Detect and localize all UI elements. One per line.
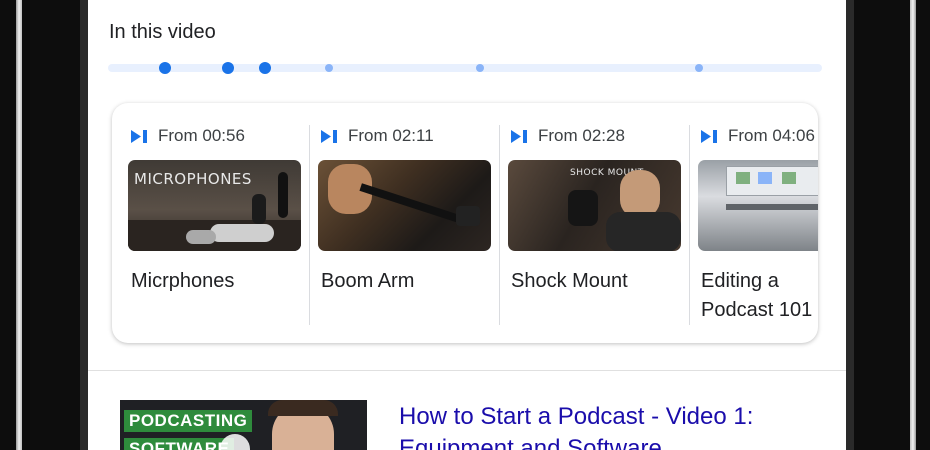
chapter-title: Shock Mount — [511, 270, 628, 292]
chapter-thumbnail[interactable]: SHOCK MOUNT — [508, 160, 681, 251]
timeline-marker[interactable] — [259, 62, 271, 74]
key-moments-card: In this video From 00:56 MICROPHONES Mic… — [88, 0, 846, 371]
chapter-timestamp: From 02:28 — [538, 126, 625, 145]
chapter-item[interactable]: From 02:11 Boom Arm — [302, 103, 492, 325]
chapter-item[interactable]: From 00:56 MICROPHONES Micrphones — [112, 103, 302, 325]
phone-screen: In this video From 00:56 MICROPHONES Mic… — [88, 0, 846, 450]
timeline-marker[interactable] — [325, 64, 333, 72]
play-from-icon — [130, 129, 149, 144]
chapters-carousel[interactable]: From 00:56 MICROPHONES Micrphones From 0… — [112, 103, 818, 343]
video-title-link[interactable]: How to Start a Podcast - Video 1: Equipm… — [399, 401, 829, 450]
timeline-marker[interactable] — [476, 64, 484, 72]
timeline-marker[interactable] — [695, 64, 703, 72]
chapter-item[interactable]: From 02:28 SHOCK MOUNT Shock Mount — [492, 103, 682, 325]
video-thumbnail[interactable]: PODCASTING SOFTWARE — [120, 400, 367, 450]
chapter-timestamp: From 02:11 — [348, 126, 434, 145]
section-title: In this video — [109, 21, 216, 43]
video-result[interactable]: PODCASTING SOFTWARE How to Start a Podca… — [88, 372, 846, 450]
phone-bezel-right — [846, 0, 930, 450]
thumbnail-label: SOFTWARE — [124, 438, 235, 450]
phone-frame-right — [910, 0, 916, 450]
timeline-marker[interactable] — [159, 62, 171, 74]
chapter-title: Micrphones — [131, 270, 235, 292]
chapter-timestamp: From 04:06 — [728, 126, 815, 145]
thumbnail-caption: MICROPHONES — [134, 170, 252, 188]
video-timeline[interactable] — [108, 62, 822, 74]
chapter-item[interactable]: From 04:06 Editing a Podcast 101 — [682, 103, 818, 325]
chapter-title: Boom Arm — [321, 270, 415, 292]
phone-frame-left — [16, 0, 22, 450]
chapter-title: Editing a Podcast 101 — [701, 270, 813, 321]
chapter-thumbnail[interactable] — [698, 160, 818, 251]
chapter-thumbnail[interactable]: MICROPHONES — [128, 160, 301, 251]
chapter-timestamp: From 00:56 — [158, 126, 245, 145]
play-from-icon — [700, 129, 719, 144]
thumbnail-label: PODCASTING — [124, 410, 253, 432]
play-from-icon — [320, 129, 339, 144]
chapter-thumbnail[interactable] — [318, 160, 491, 251]
play-from-icon — [510, 129, 529, 144]
phone-bezel-left — [0, 0, 88, 450]
timeline-marker[interactable] — [222, 62, 234, 74]
